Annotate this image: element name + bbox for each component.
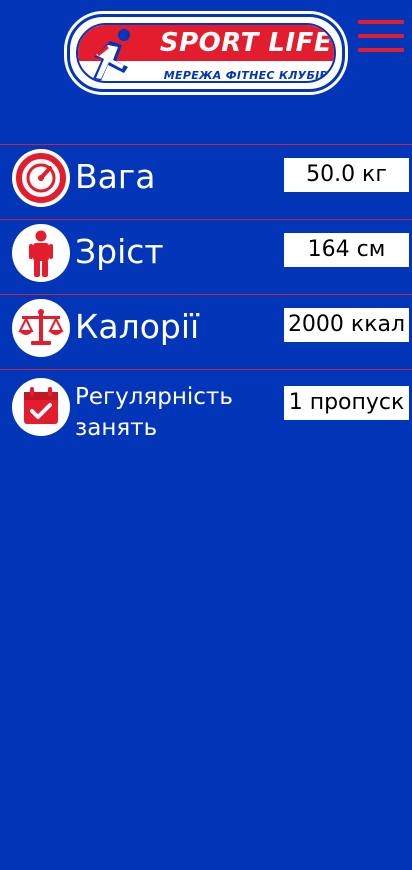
metric-label: Калорії	[75, 307, 200, 346]
logo-badge: SPORT LIFE МЕРЕЖА ФІТНЕС КЛУБІВ	[76, 23, 336, 83]
hamburger-icon-bar	[358, 34, 404, 38]
speedometer-icon	[12, 149, 70, 207]
metric-row-weight: Вага	[0, 144, 412, 219]
calories-field[interactable]	[284, 308, 409, 342]
logo-subtitle: МЕРЕЖА ФІТНЕС КЛУБІВ	[163, 69, 329, 82]
hamburger-icon	[358, 20, 404, 24]
hamburger-icon-bar	[358, 48, 404, 52]
logo-title: SPORT LIFE	[159, 28, 333, 58]
regularity-field[interactable]	[284, 386, 409, 420]
metric-label: Вага	[75, 157, 156, 196]
runner-logo-icon	[92, 29, 130, 81]
metric-row-regularity: Регулярність занять	[0, 369, 412, 459]
person-icon	[12, 224, 70, 282]
scales-icon	[12, 299, 70, 357]
metric-label: Зріст	[75, 232, 164, 271]
height-field[interactable]	[284, 233, 409, 267]
weight-field[interactable]	[284, 158, 409, 192]
calendar-check-icon	[12, 378, 70, 436]
metric-label: Регулярність занять	[75, 384, 233, 441]
metric-row-height: Зріст	[0, 219, 412, 294]
hamburger-menu-button[interactable]	[358, 20, 404, 54]
sport-life-logo: SPORT LIFE МЕРЕЖА ФІТНЕС КЛУБІВ	[64, 11, 348, 95]
metric-row-calories: Калорії	[0, 294, 412, 369]
